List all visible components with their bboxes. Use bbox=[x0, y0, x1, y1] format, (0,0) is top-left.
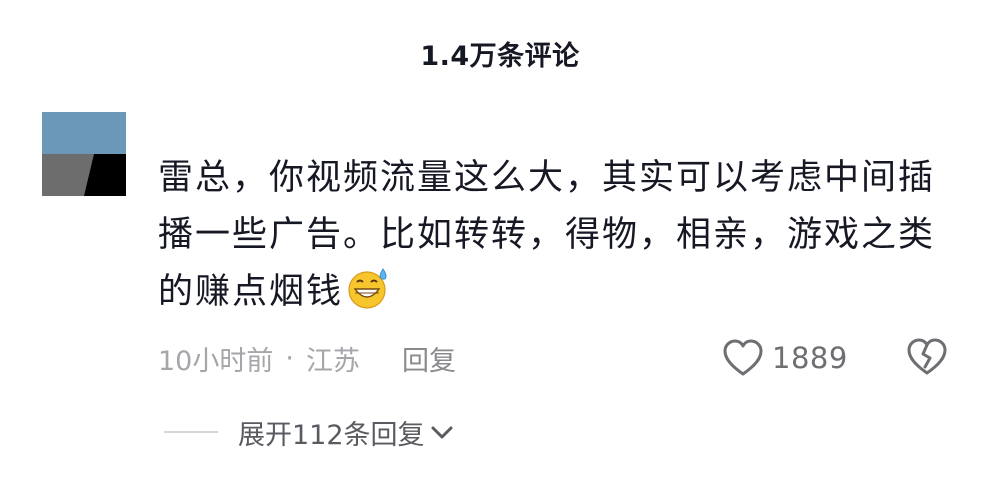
avatar-segment bbox=[84, 154, 94, 196]
heart-icon bbox=[723, 339, 763, 376]
expand-replies-button[interactable]: 展开112条回复 bbox=[238, 413, 455, 452]
avatar-segment bbox=[42, 154, 84, 196]
comment-meta: 10小时前 · 江苏 回复 bbox=[158, 338, 456, 378]
reply-button[interactable]: 回复 bbox=[402, 339, 456, 378]
avatar-segment bbox=[42, 112, 126, 154]
like-button[interactable]: 1889 bbox=[722, 336, 848, 380]
divider-line bbox=[164, 431, 218, 433]
comment-text: 雷总，你视频流量这么大，其实可以考虑中间插播一些广告。比如转转，得物，相亲，游戏… bbox=[158, 158, 936, 312]
meta-separator: · bbox=[285, 342, 294, 374]
chevron-down-icon bbox=[431, 426, 453, 439]
avatar[interactable] bbox=[42, 112, 126, 196]
comment-location: 江苏 bbox=[305, 345, 360, 377]
broken-heart-icon[interactable] bbox=[906, 337, 948, 377]
comments-count-title: 1.4万条评论 bbox=[420, 41, 580, 72]
comment-body[interactable]: 雷总，你视频流量这么大，其实可以考虑中间插播一些广告。比如转转，得物，相亲，游戏… bbox=[158, 150, 958, 321]
comment-time: 10小时前 bbox=[158, 345, 274, 377]
expand-replies-label: 展开112条回复 bbox=[238, 419, 425, 451]
expand-replies-row: 展开112条回复 bbox=[164, 412, 455, 452]
like-count: 1889 bbox=[772, 341, 848, 375]
grinning-sweat-emoji-icon bbox=[348, 268, 387, 309]
